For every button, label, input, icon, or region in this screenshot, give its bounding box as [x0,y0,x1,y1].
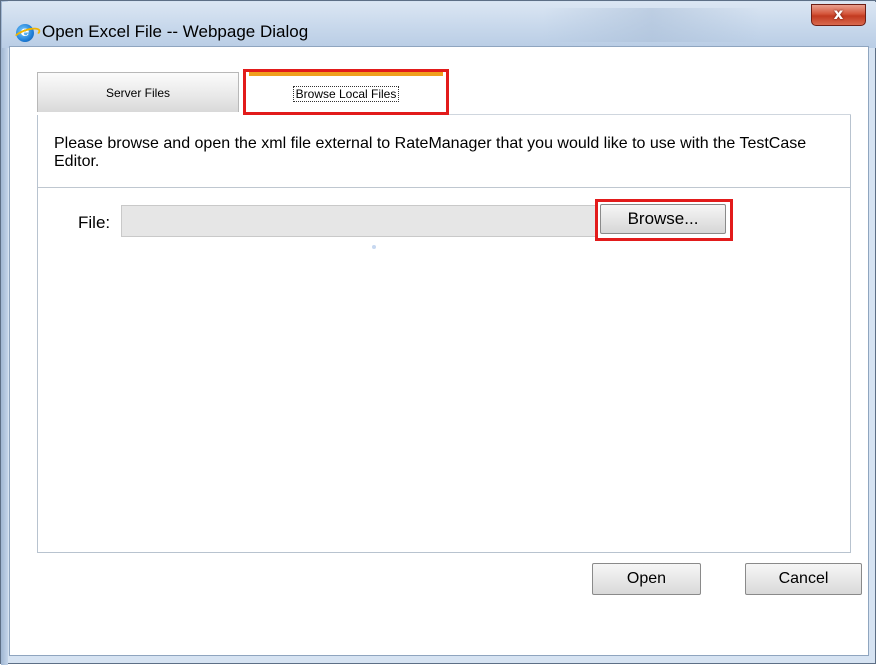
dialog-content: Server Files Browse Local Files Please b… [9,46,869,656]
window-title: Open Excel File -- Webpage Dialog [42,22,309,41]
dialog-window: e Open Excel File -- Webpage Dialog x Se… [0,0,876,665]
file-path-field[interactable] [121,205,598,237]
selected-tab-accent [249,72,443,76]
title-bar[interactable]: e Open Excel File -- Webpage Dialog x [2,2,876,48]
loading-dot [372,245,376,249]
browse-local-panel: Please browse and open the xml file exte… [37,115,851,553]
tab-server-files[interactable]: Server Files [37,72,239,112]
close-button[interactable]: x [811,4,866,26]
title-bar-glare [542,8,762,42]
close-icon: x [833,5,844,23]
browse-button[interactable]: Browse... [600,204,726,234]
tab-browse-local-files-label: Browse Local Files [292,86,400,102]
instructions-text: Please browse and open the xml file exte… [54,135,807,170]
divider [38,187,850,188]
tab-server-files-label: Server Files [105,86,170,100]
file-label: File: [78,213,111,232]
cancel-button[interactable]: Cancel [745,563,862,595]
tab-strip: Server Files Browse Local Files [37,69,851,115]
open-button[interactable]: Open [592,563,701,595]
window-border [1,1,8,665]
ie-icon: e [11,24,43,45]
tab-browse-local-files[interactable]: Browse Local Files [243,69,449,115]
